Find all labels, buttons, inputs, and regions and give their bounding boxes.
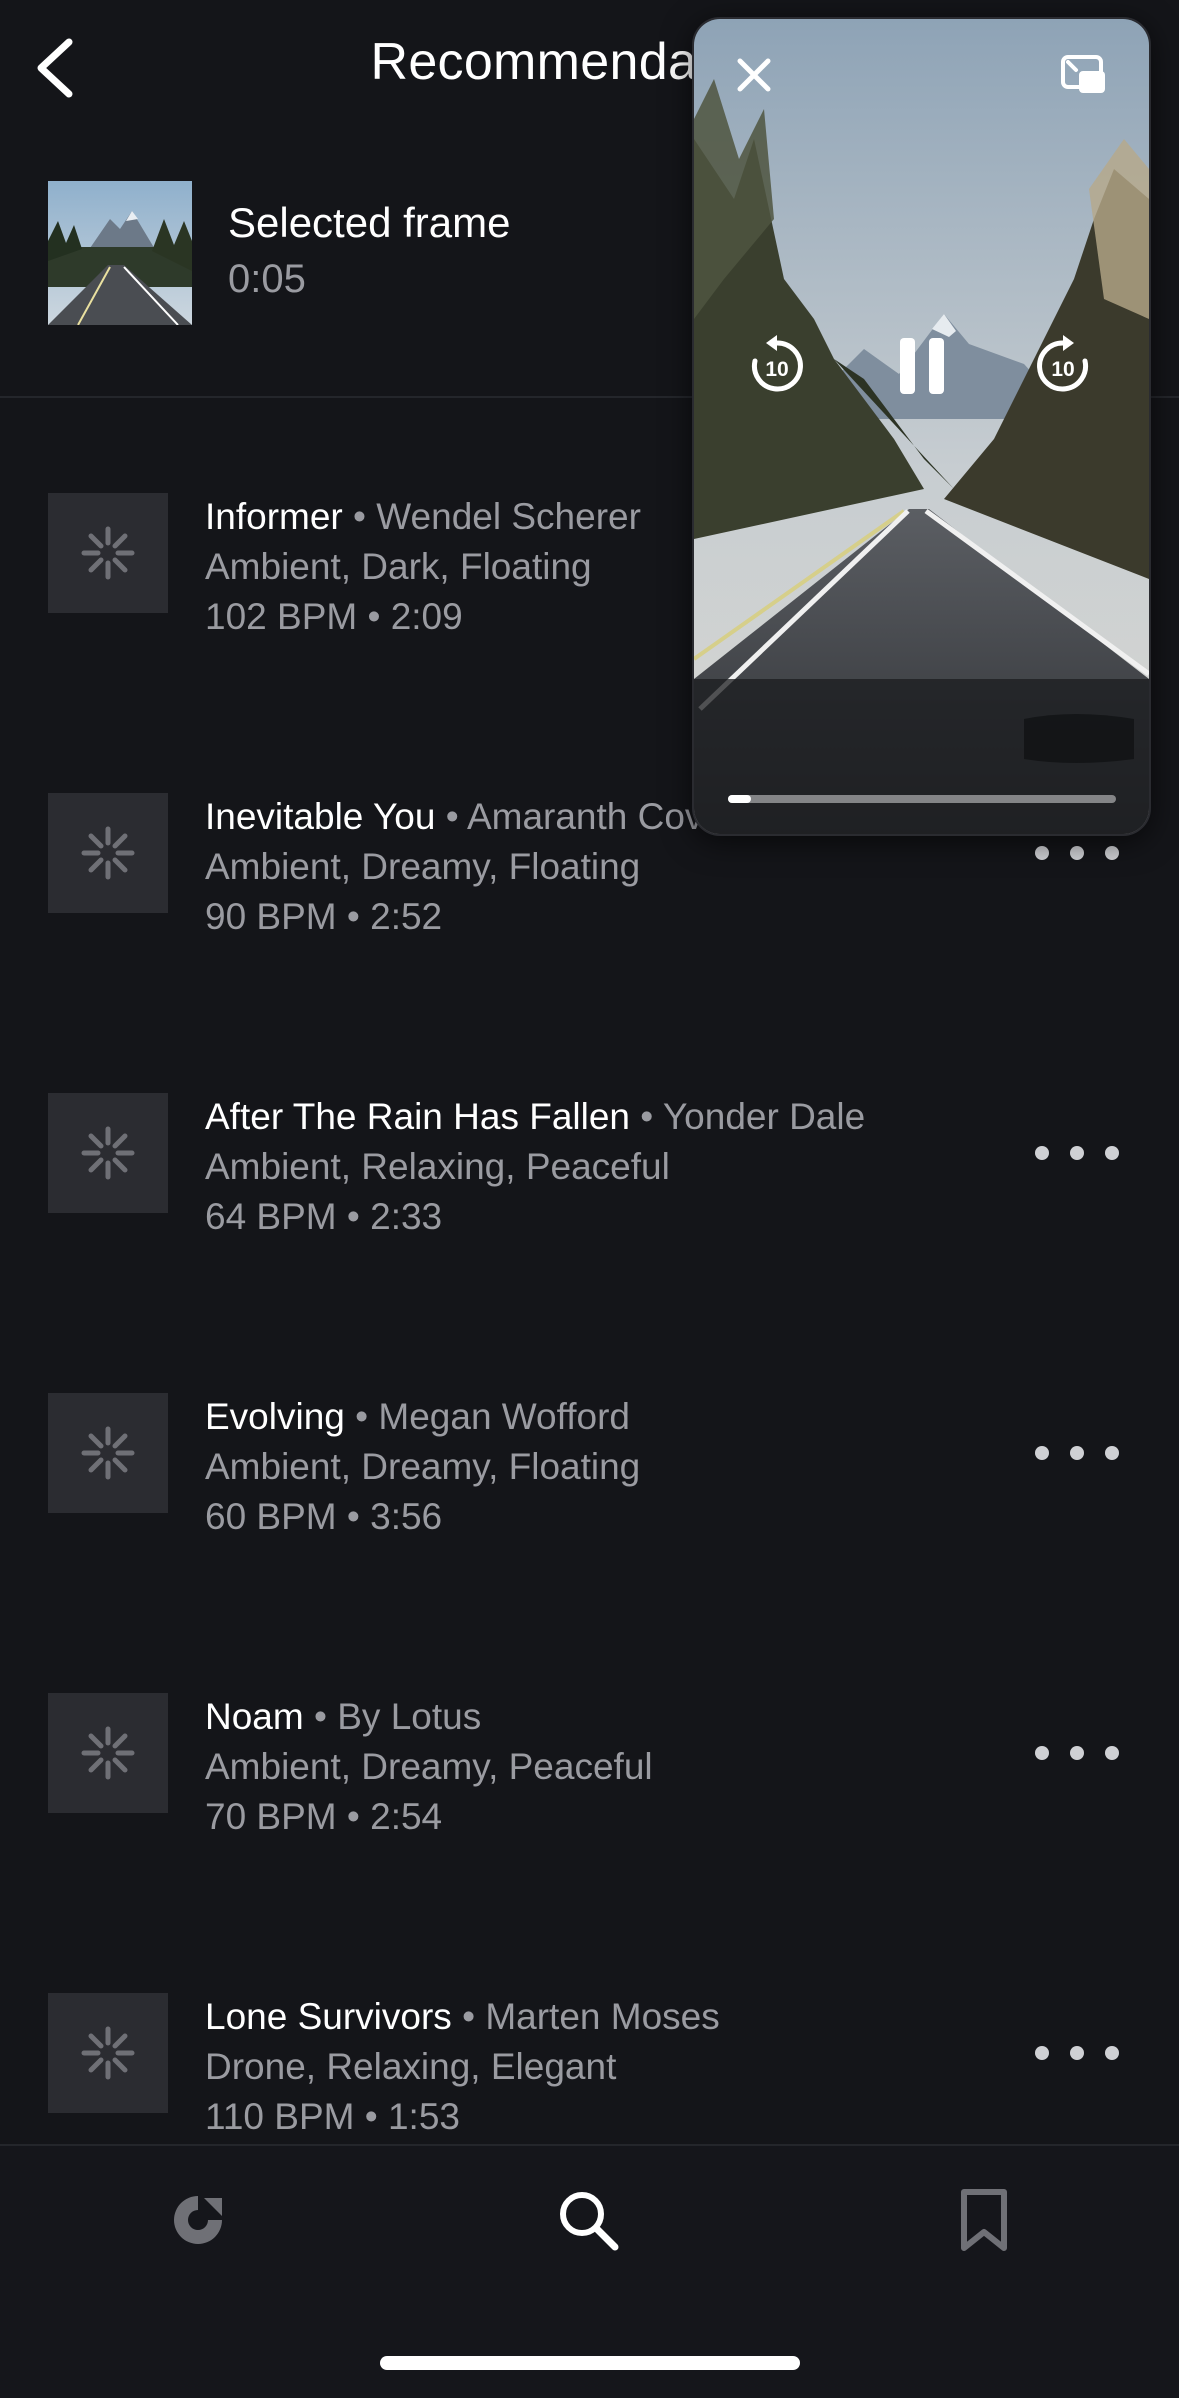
- pause-icon: [900, 338, 944, 394]
- more-options-button[interactable]: [1035, 1433, 1119, 1473]
- video-frame: [694, 19, 1149, 834]
- skip-forward-label: 10: [1051, 358, 1074, 381]
- track-artwork: [48, 1693, 168, 1813]
- loading-spinner-icon: [81, 2026, 135, 2080]
- skip-back-button[interactable]: 10: [742, 331, 812, 401]
- track-tags: Ambient, Relaxing, Peaceful: [205, 1146, 670, 1187]
- track-meta: 64 BPM • 2:33: [205, 1196, 443, 1237]
- loading-spinner-icon: [81, 526, 135, 580]
- separator: •: [445, 796, 459, 837]
- rewind-10-icon: 10: [751, 335, 803, 392]
- loading-spinner-icon: [81, 1426, 135, 1480]
- selected-frame-label: Selected frame: [228, 199, 511, 246]
- track-name: Evolving: [205, 1396, 345, 1437]
- track-tags: Ambient, Dark, Floating: [205, 546, 592, 587]
- more-options-button[interactable]: [1035, 1133, 1119, 1173]
- selected-frame[interactable]: Selected frame 0:05: [48, 181, 748, 325]
- forward-10-icon: 10: [1037, 335, 1089, 392]
- track-artist: Yonder Dale: [662, 1096, 866, 1137]
- tab-saved[interactable]: [934, 2170, 1034, 2270]
- separator: •: [353, 496, 367, 537]
- pip-restore-button[interactable]: [1052, 43, 1116, 107]
- track-artwork: [48, 1093, 168, 1213]
- separator: •: [355, 1396, 369, 1437]
- close-icon: [737, 58, 771, 92]
- frame-thumbnail: [48, 181, 192, 325]
- track-name: Noam: [205, 1696, 304, 1737]
- track-row[interactable]: After The Rain Has Fallen • Yonder Dale …: [0, 1093, 1179, 1293]
- tab-search[interactable]: [538, 2170, 638, 2270]
- selected-frame-time: 0:05: [228, 257, 306, 301]
- track-meta: 90 BPM • 2:52: [205, 896, 443, 937]
- track-artist: Marten Moses: [485, 1996, 720, 2037]
- more-options-button[interactable]: [1035, 1733, 1119, 1773]
- skip-forward-button[interactable]: 10: [1028, 331, 1098, 401]
- skip-back-label: 10: [765, 358, 788, 381]
- track-name: Lone Survivors: [205, 1996, 452, 2037]
- track-meta: 60 BPM • 3:56: [205, 1496, 443, 1537]
- track-artwork: [48, 793, 168, 913]
- track-meta: 110 BPM • 1:53: [205, 2096, 460, 2137]
- loading-spinner-icon: [81, 1726, 135, 1780]
- track-tags: Ambient, Dreamy, Peaceful: [205, 1746, 653, 1787]
- track-name: After The Rain Has Fallen: [205, 1096, 631, 1137]
- track-artist: Amaranth Cove: [466, 796, 725, 837]
- loading-spinner-icon: [81, 1126, 135, 1180]
- playback-progress-fill: [728, 795, 752, 803]
- track-artist: Wendel Scherer: [376, 496, 641, 537]
- track-meta: 102 BPM • 2:09: [205, 596, 463, 637]
- track-tags: Ambient, Dreamy, Floating: [205, 846, 641, 887]
- track-artist: Megan Wofford: [378, 1396, 631, 1437]
- more-options-button[interactable]: [1035, 833, 1119, 873]
- track-tags: Drone, Relaxing, Elegant: [205, 2046, 617, 2087]
- track-artwork: [48, 1993, 168, 2113]
- separator: •: [640, 1096, 654, 1137]
- pip-close-button[interactable]: [722, 43, 786, 107]
- track-name: Inevitable You: [205, 796, 436, 837]
- track-artist: By Lotus: [337, 1696, 482, 1737]
- track-name: Informer: [205, 496, 343, 537]
- track-row[interactable]: Noam • By Lotus Ambient, Dreamy, Peacefu…: [0, 1693, 1179, 1893]
- separator: •: [313, 1696, 327, 1737]
- track-artwork: [48, 493, 168, 613]
- track-tags: Ambient, Dreamy, Floating: [205, 1446, 641, 1487]
- playback-progress-bar[interactable]: [728, 795, 1116, 803]
- track-meta: 70 BPM • 2:54: [205, 1796, 443, 1837]
- tab-discover[interactable]: [148, 2170, 248, 2270]
- bookmark-icon: [961, 2189, 1007, 2251]
- track-artwork: [48, 1393, 168, 1513]
- home-indicator: [380, 2356, 800, 2370]
- track-row[interactable]: Evolving • Megan Wofford Ambient, Dreamy…: [0, 1393, 1179, 1593]
- loading-spinner-icon: [81, 826, 135, 880]
- separator: •: [462, 1996, 476, 2037]
- pip-video-player[interactable]: 10 10: [692, 17, 1151, 836]
- pause-button[interactable]: [886, 321, 958, 411]
- discover-icon: [174, 2196, 222, 2244]
- more-options-button[interactable]: [1035, 2033, 1119, 2073]
- restore-window-icon: [1061, 55, 1105, 93]
- search-icon: [560, 2192, 619, 2251]
